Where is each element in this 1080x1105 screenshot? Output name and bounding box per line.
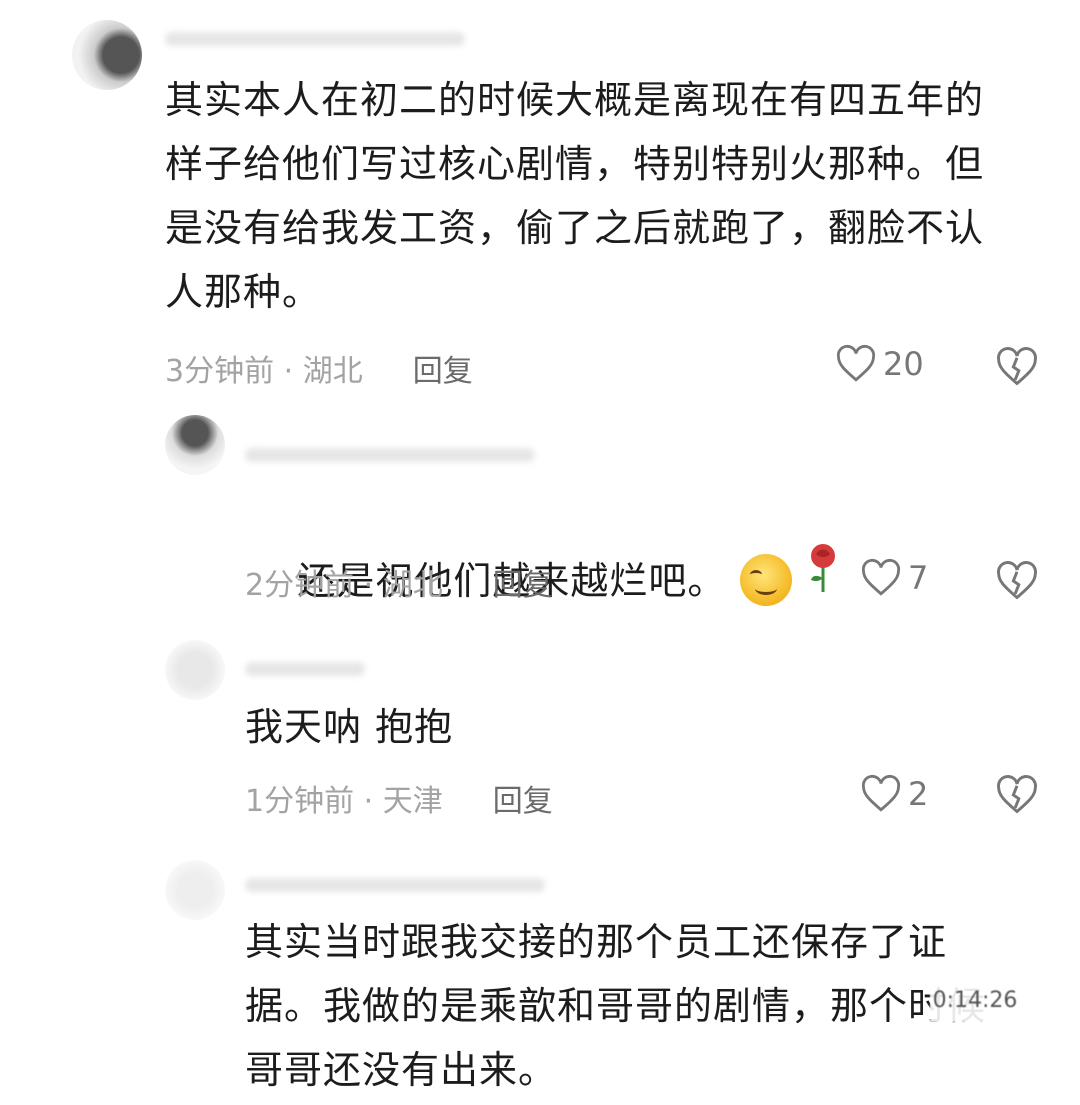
broken-heart-icon (997, 347, 1037, 386)
reply-button[interactable]: 回复 (413, 346, 473, 390)
comment-time-location: 2分钟前 · 湖北 (245, 568, 443, 603)
like-button[interactable]: 2 (860, 774, 928, 814)
like-count: 7 (908, 559, 929, 597)
reply-button[interactable]: 回复 (493, 776, 553, 820)
comment-meta: 2分钟前 · 湖北 回复 (245, 560, 553, 604)
dislike-button[interactable] (995, 346, 1039, 392)
heart-outline-icon (836, 344, 876, 382)
like-count: 20 (883, 345, 924, 383)
heart-outline-icon (861, 774, 901, 812)
comment-meta: 1分钟前 · 天津 回复 (245, 776, 553, 820)
video-timestamp-watermark: 0:14:26 (930, 978, 1020, 1022)
username-blurred (245, 448, 535, 462)
heart-outline-icon (861, 558, 901, 596)
username-blurred (245, 878, 545, 892)
comment-time-location: 1分钟前 · 天津 (245, 784, 443, 819)
like-button[interactable]: 20 (835, 344, 924, 384)
username-blurred (165, 32, 465, 46)
comment-meta: 3分钟前 · 湖北 回复 (165, 346, 473, 390)
rose-emoji (806, 542, 840, 613)
like-count: 2 (908, 775, 929, 813)
broken-heart-icon (997, 561, 1037, 600)
comment-text: 其实本人在初二的时候大概是离现在有四五年的 样子给他们写过核心剧情，特别特别火那… (165, 78, 985, 314)
comment-text: 其实当时跟我交接的那个员工还保存了证 据。我做的是乘歆和哥哥的剧情，那个时候 哥… (245, 920, 987, 1092)
avatar[interactable] (165, 640, 225, 700)
comment-text: 我天呐 抱抱 (245, 705, 454, 749)
avatar[interactable] (72, 20, 142, 90)
dislike-button[interactable] (995, 560, 1039, 606)
broken-heart-icon (997, 775, 1037, 814)
dislike-button[interactable] (995, 774, 1039, 820)
avatar[interactable] (165, 860, 225, 920)
wink-face-emoji (740, 553, 793, 606)
reply-button[interactable]: 回复 (493, 560, 553, 604)
comment-time-location: 3分钟前 · 湖北 (165, 354, 363, 389)
username-blurred (245, 662, 365, 676)
avatar[interactable] (165, 415, 225, 475)
like-button[interactable]: 7 (860, 558, 928, 598)
